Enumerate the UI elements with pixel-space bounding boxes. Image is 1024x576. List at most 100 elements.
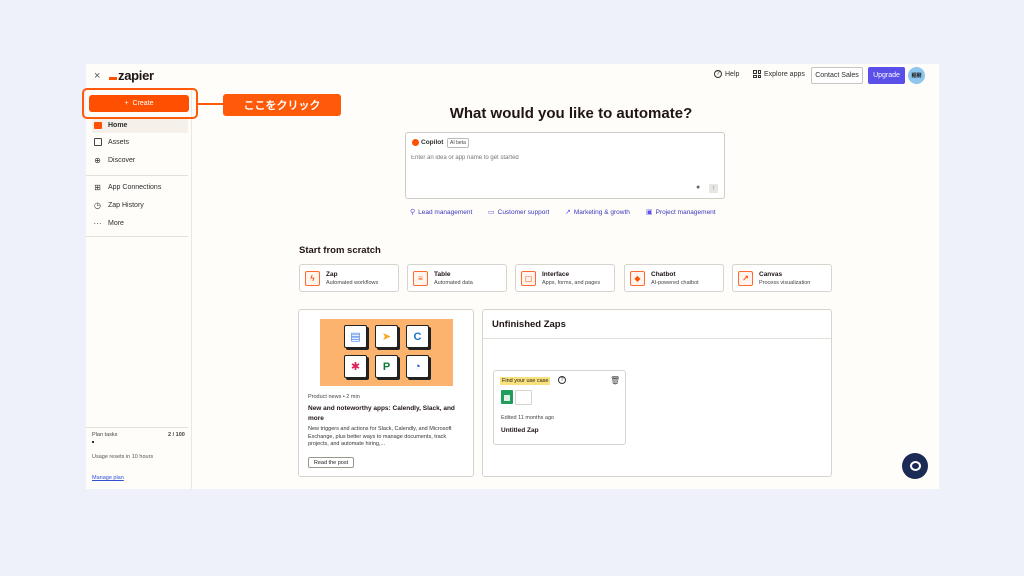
zaps-divider (483, 338, 831, 339)
close-icon[interactable]: × (94, 69, 100, 83)
interface-icon: ▢ (521, 271, 536, 286)
plus-icon: + (124, 100, 129, 107)
read-post-button[interactable]: Read the post (308, 457, 354, 468)
google-docs-icon: ▤ (344, 325, 367, 348)
create-button[interactable]: + Create (89, 95, 189, 112)
slack-icon: ✱ (344, 355, 367, 378)
sidebar-divider (86, 236, 188, 237)
microphone-icon[interactable]: ● (696, 184, 702, 192)
news-image: ▤ ➤ C ✱ P ◔ (320, 319, 453, 386)
plan-tasks-count: 2 / 100 (168, 432, 185, 438)
sidebar-item-label: Home (108, 121, 128, 129)
copilot-label-text: Copilot (421, 139, 444, 146)
google-sheets-icon (501, 390, 513, 404)
click-here-callout: ここをクリック (223, 94, 341, 116)
history-icon: ◷ (94, 200, 101, 210)
suggestion-label: Lead management (418, 208, 473, 216)
help-label: Help (725, 70, 740, 78)
trash-icon[interactable]: 🗑 (610, 376, 620, 385)
chat-icon (909, 461, 921, 471)
sidebar-item-label: Assets (108, 138, 130, 146)
zap-item[interactable]: Find your use case ? 🗑 Edited 11 months … (493, 370, 626, 445)
scratch-card-desc: Apps, forms, and pages (542, 280, 601, 286)
scratch-card-name: Table (434, 271, 451, 278)
use-case-badge[interactable]: Find your use case (500, 377, 551, 385)
scratch-card-name: Interface (542, 271, 570, 278)
globe-icon: ⊕ (94, 155, 101, 165)
more-icon: ··· (93, 218, 102, 228)
sidebar-divider (86, 175, 188, 176)
suggestion-label: Project management (655, 208, 716, 216)
suggestion-lead-management[interactable]: ⚲ Lead management (410, 208, 473, 217)
explore-apps-link[interactable]: Explore apps (753, 70, 805, 78)
ai-beta-badge: AI beta (447, 138, 469, 148)
pipedrive-icon: P (375, 355, 398, 378)
copilot-box[interactable]: Copilot AI beta ● ↑ (405, 132, 725, 199)
scratch-card-name: Zap (326, 271, 338, 278)
suggestion-project-management[interactable]: ▣ Project management (646, 208, 716, 217)
pie-chart-app-icon: ◔ (406, 355, 429, 378)
suggestion-marketing-growth[interactable]: ↗ Marketing & growth (565, 208, 630, 217)
home-icon (93, 121, 102, 130)
assets-icon (93, 138, 102, 147)
avatar[interactable]: 稲剛 (908, 67, 925, 84)
plan-usage-bar (92, 441, 94, 443)
manage-plan-link[interactable]: Manage plan (92, 475, 124, 481)
scratch-card-desc: Process visualization (759, 280, 811, 286)
sidebar-item-zap-history[interactable]: ◷ Zap History (92, 197, 188, 213)
scratch-card-name: Canvas (759, 271, 783, 278)
suggestion-label: Customer support (497, 208, 550, 216)
send-button[interactable]: ↑ (709, 184, 718, 193)
scratch-card-table[interactable]: ≡ Table Automated data (407, 264, 507, 292)
help-link[interactable]: ? Help (714, 70, 739, 78)
zap-name[interactable]: Untitled Zap (501, 427, 539, 434)
table-icon: ≡ (413, 271, 428, 286)
copilot-input[interactable] (411, 155, 711, 161)
scratch-card-chatbot[interactable]: ◆ Chatbot AI-powered chatbot (624, 264, 724, 292)
calendly-icon: C (406, 325, 429, 348)
contact-sales-button[interactable]: Contact Sales (811, 67, 863, 84)
app-connections-icon: ⊞ (94, 182, 101, 192)
trend-icon: ↗ (565, 209, 571, 216)
help-icon[interactable]: ? (558, 376, 566, 384)
empty-app-slot (515, 390, 532, 405)
zap-icon: ϟ (305, 271, 320, 286)
upgrade-button[interactable]: Upgrade (868, 67, 905, 84)
start-from-scratch-title: Start from scratch (299, 245, 381, 256)
logo-text: zapier (118, 68, 154, 83)
sidebar-item-home[interactable]: Home (92, 117, 188, 133)
page-title: What would you like to automate? (449, 105, 693, 122)
scratch-card-interface[interactable]: ▢ Interface Apps, forms, and pages (515, 264, 615, 292)
help-icon: ? (714, 70, 722, 78)
sidebar-item-app-connections[interactable]: ⊞ App Connections (92, 179, 188, 195)
sidebar-item-assets[interactable]: Assets (92, 134, 188, 150)
sidebar-item-label: More (108, 219, 124, 227)
news-title[interactable]: New and noteworthy apps: Calendly, Slack… (308, 404, 458, 424)
news-card[interactable]: ▤ ➤ C ✱ P ◔ Product news • 2 min New and… (298, 309, 474, 477)
chat-bubble-icon: ▭ (488, 209, 495, 216)
usage-reset-text: Usage resets in 10 hours (92, 454, 154, 460)
scratch-card-canvas[interactable]: ↗ Canvas Process visualization (732, 264, 832, 292)
grid-icon (753, 70, 761, 78)
sidebar-item-discover[interactable]: ⊕ Discover (92, 152, 188, 168)
suggestion-label: Marketing & growth (573, 208, 630, 216)
canvas-icon: ↗ (738, 271, 753, 286)
chat-button[interactable] (902, 453, 928, 479)
scratch-card-name: Chatbot (651, 271, 676, 278)
chatbot-icon: ◆ (630, 271, 645, 286)
scratch-card-desc: AI-powered chatbot (651, 280, 699, 286)
sidebar-item-label: App Connections (108, 183, 162, 191)
scratch-card-zap[interactable]: ϟ Zap Automated workflows (299, 264, 399, 292)
sidebar-item-more[interactable]: ··· More (92, 215, 188, 231)
zapier-logo[interactable]: zapier (109, 68, 154, 83)
explore-label: Explore apps (764, 70, 805, 78)
logo-dash (109, 77, 117, 80)
funnel-icon: ⚲ (410, 209, 416, 216)
copilot-icon (412, 139, 419, 146)
scratch-card-desc: Automated data (434, 280, 473, 286)
scratch-card-desc: Automated workflows (326, 280, 379, 286)
suggestion-customer-support[interactable]: ▭ Customer support (488, 208, 550, 217)
app-window: × zapier ? Help Explore apps Contact Sal… (86, 64, 939, 489)
plan-tasks-label: Plan tasks (92, 432, 118, 438)
zap-edited-time: Edited 11 months ago (501, 415, 555, 421)
